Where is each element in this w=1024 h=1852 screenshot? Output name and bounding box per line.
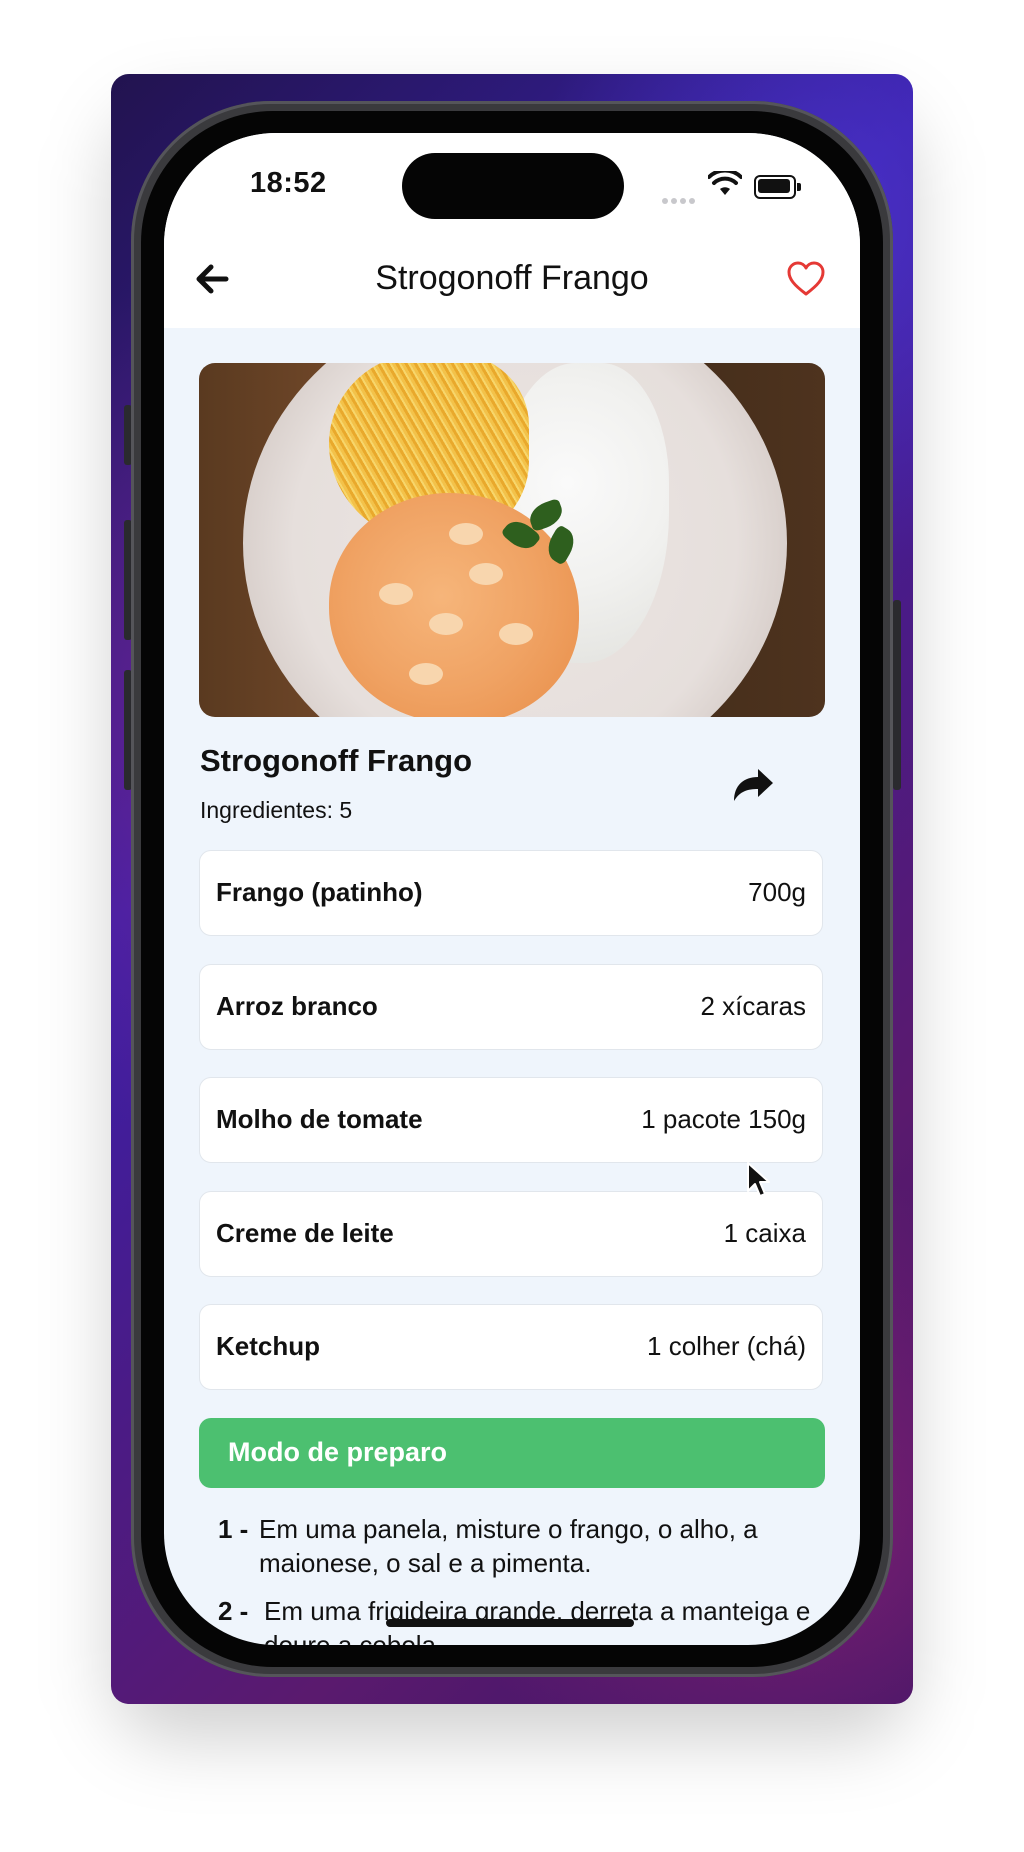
- ingredient-quantity: 1 colher (chá): [647, 1331, 806, 1361]
- top-bar: 18:52 Strogonoff Frango: [164, 133, 860, 328]
- ingredient-name: Ketchup: [216, 1331, 320, 1361]
- ingredient-name: Arroz branco: [216, 991, 378, 1021]
- prep-mode-button[interactable]: Modo de preparo: [199, 1418, 825, 1488]
- heart-icon[interactable]: [786, 259, 826, 299]
- step-number: 2 -: [218, 1596, 249, 1626]
- ingredient-row: Frango (patinho) 700g: [199, 850, 823, 936]
- ingredient-quantity: 700g: [748, 877, 806, 907]
- ingredient-row: Molho de tomate 1 pacote 150g: [199, 1077, 823, 1163]
- share-icon[interactable]: [730, 761, 776, 807]
- prep-mode-label: Modo de preparo: [228, 1437, 448, 1467]
- ingredient-quantity: 2 xícaras: [700, 991, 807, 1021]
- dynamic-island: [402, 153, 624, 219]
- home-indicator: [386, 1619, 634, 1627]
- cursor-icon: [747, 1162, 770, 1197]
- signal-icon: [662, 191, 698, 209]
- battery-icon: [754, 175, 801, 199]
- ingredient-name: Frango (patinho): [216, 877, 423, 907]
- ingredient-row: Ketchup 1 colher (chá): [199, 1304, 823, 1390]
- recipe-title: Strogonoff Frango: [200, 743, 473, 778]
- step-text: Em uma panela, misture o frango, o alho,…: [259, 1514, 758, 1578]
- ingredient-name: Molho de tomate: [216, 1104, 423, 1134]
- ingredient-quantity: 1 pacote 150g: [641, 1104, 806, 1134]
- app-screen: 18:52 Strogonoff Frango Strogonoff Frang…: [164, 133, 860, 1645]
- recipe-image: [199, 363, 825, 717]
- wifi-icon: [708, 171, 742, 195]
- back-arrow-icon[interactable]: [194, 261, 230, 297]
- status-time: 18:52: [250, 167, 327, 199]
- ingredients-count: Ingredientes: 5: [200, 797, 353, 823]
- prep-step: 1 - Em uma panela, misture o frango, o a…: [218, 1512, 818, 1580]
- ingredient-row: Arroz branco 2 xícaras: [199, 964, 823, 1050]
- ingredient-quantity: 1 caixa: [723, 1218, 806, 1248]
- power-button: [893, 600, 901, 790]
- step-number: 1 -: [218, 1514, 249, 1544]
- page-title: Strogonoff Frango: [375, 259, 649, 297]
- ingredient-name: Creme de leite: [216, 1218, 394, 1248]
- ingredient-row: Creme de leite 1 caixa: [199, 1191, 823, 1277]
